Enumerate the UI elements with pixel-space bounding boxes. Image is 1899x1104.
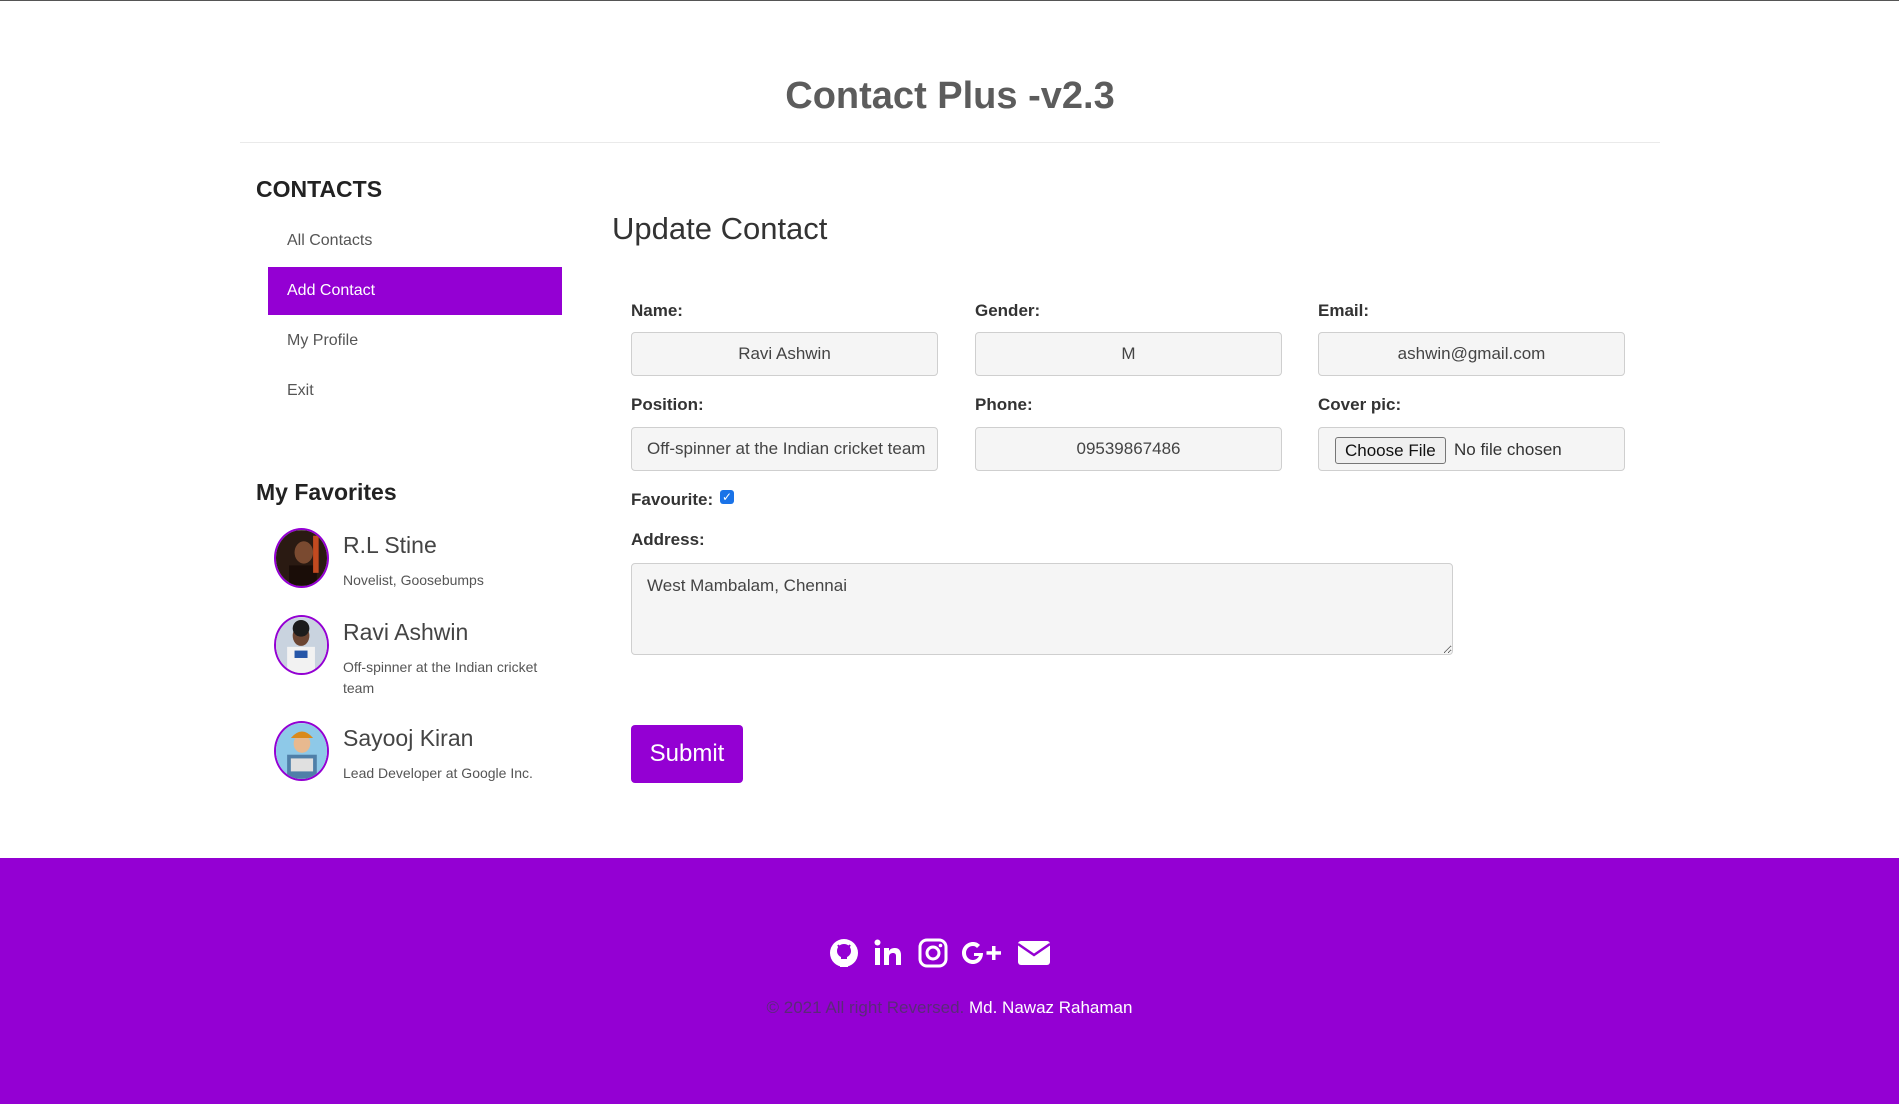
nav-item-all-contacts[interactable]: All Contacts bbox=[268, 217, 562, 265]
address-label: Address: bbox=[631, 530, 705, 549]
email-input[interactable] bbox=[1318, 332, 1625, 376]
address-textarea[interactable]: West Mambalam, Chennai bbox=[631, 563, 1453, 655]
favourite-label: Favourite: bbox=[631, 490, 714, 509]
avatar bbox=[274, 528, 329, 588]
favorite-subtitle: Off-spinner at the Indian cricket team bbox=[343, 659, 538, 696]
email-label: Email: bbox=[1318, 301, 1370, 320]
phone-label: Phone: bbox=[975, 395, 1033, 414]
footer: © 2021 All right Reversed. Md. Nawaz Rah… bbox=[0, 858, 1899, 1104]
github-icon[interactable] bbox=[828, 937, 860, 969]
linkedin-icon[interactable] bbox=[872, 937, 904, 969]
form-title: Update Contact bbox=[612, 211, 828, 246]
sidebar: CONTACTS All Contacts Add Contact My Pro… bbox=[256, 176, 562, 781]
favorite-subtitle: Novelist, Goosebumps bbox=[343, 572, 484, 588]
gender-label: Gender: bbox=[975, 301, 1041, 320]
favorite-subtitle: Lead Developer at Google Inc. bbox=[343, 765, 533, 781]
file-status: No file chosen bbox=[1454, 440, 1562, 459]
favorite-name: Sayooj Kiran bbox=[343, 725, 474, 751]
favorite-name: Ravi Ashwin bbox=[343, 619, 469, 645]
favorite-name: R.L Stine bbox=[343, 532, 437, 558]
position-label: Position: bbox=[631, 395, 704, 414]
avatar-image bbox=[276, 530, 327, 586]
copyright-text: © 2021 All right Reversed. bbox=[766, 998, 965, 1017]
name-label: Name: bbox=[631, 301, 683, 320]
cover-pic-label: Cover pic: bbox=[1318, 395, 1402, 414]
author-link[interactable]: Md. Nawaz Rahaman bbox=[969, 998, 1132, 1017]
google-plus-icon[interactable] bbox=[960, 937, 1004, 969]
avatar-image bbox=[276, 723, 327, 779]
instagram-icon[interactable] bbox=[917, 937, 949, 969]
app-header: Contact Plus -v2.3 bbox=[240, 1, 1660, 143]
submit-button[interactable]: Submit bbox=[631, 725, 743, 783]
avatar bbox=[274, 721, 329, 781]
contacts-heading: CONTACTS bbox=[256, 176, 383, 202]
position-input[interactable] bbox=[631, 427, 938, 471]
gender-input[interactable] bbox=[975, 332, 1282, 376]
sidebar-nav: All Contacts Add Contact My Profile Exit bbox=[268, 217, 562, 415]
favorites-heading: My Favorites bbox=[256, 479, 397, 505]
avatar-image bbox=[276, 617, 327, 673]
nav-item-exit[interactable]: Exit bbox=[268, 367, 562, 415]
nav-item-add-contact[interactable]: Add Contact bbox=[268, 267, 562, 315]
app-title: Contact Plus -v2.3 bbox=[785, 75, 1115, 117]
email-icon[interactable] bbox=[1016, 937, 1052, 969]
nav-item-my-profile[interactable]: My Profile bbox=[268, 317, 562, 365]
avatar bbox=[274, 615, 329, 675]
phone-input[interactable] bbox=[975, 427, 1282, 471]
copyright: © 2021 All right Reversed. Md. Nawaz Rah… bbox=[0, 998, 1899, 1018]
choose-file-button[interactable]: Choose File bbox=[1335, 437, 1446, 464]
update-contact-panel: Update Contact Name: Gender: Email: Posi… bbox=[612, 211, 1632, 783]
name-input[interactable] bbox=[631, 332, 938, 376]
cover-pic-file-input: Choose File No file chosen bbox=[1318, 427, 1625, 471]
favourite-checkbox[interactable]: ✓ bbox=[720, 490, 734, 504]
